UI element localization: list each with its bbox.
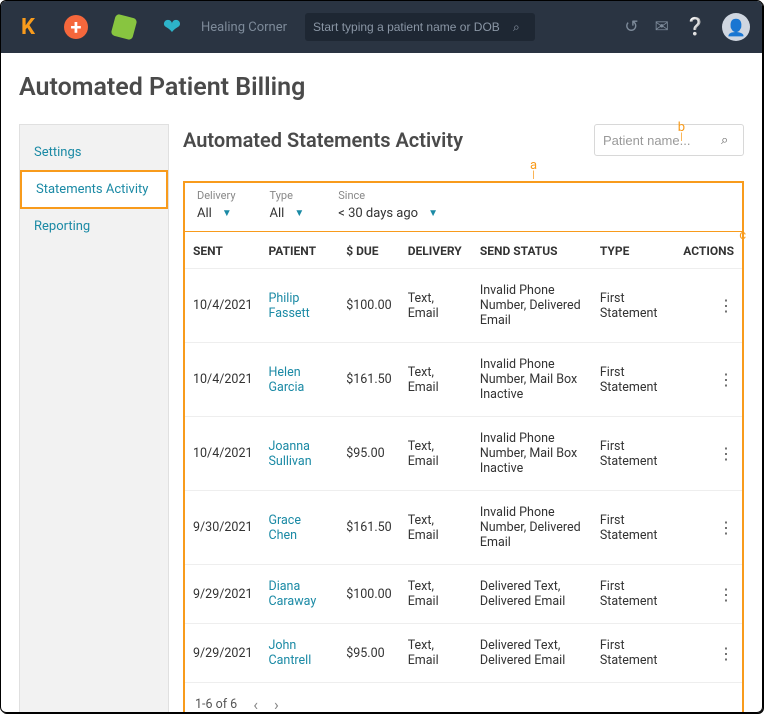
cell-delivery: Text, Email [400,624,472,683]
cell-status: Delivered Text, Delivered Email [472,624,592,683]
cell-delivery: Text, Email [400,565,472,624]
cell-due: $100.00 [338,269,399,343]
cell-patient[interactable]: Joanna Sullivan [261,417,339,491]
row-actions-icon[interactable]: ⋮ [675,417,742,491]
col-type: TYPE [592,232,675,269]
cell-type: First Statement [592,269,675,343]
search-icon[interactable]: ⌕ [721,133,728,148]
sidebar: Settings Statements Activity Reporting [19,124,169,713]
table-row: 9/29/2021Diana Caraway$100.00Text, Email… [185,565,742,624]
cell-sent: 10/4/2021 [185,269,261,343]
cell-delivery: Text, Email [400,491,472,565]
callout-a: a| [323,158,744,179]
app-logo-icon[interactable]: K [13,12,43,42]
section-title: Automated Statements Activity [183,128,463,152]
statements-table: SENT PATIENT $ DUE DELIVERY SEND STATUS … [185,232,742,682]
col-actions: ACTIONS [675,232,742,269]
table-row: 10/4/2021Philip Fassett$100.00Text, Emai… [185,269,742,343]
mail-icon[interactable]: ✉ [655,17,669,37]
sidebar-item-settings[interactable]: Settings [20,135,168,170]
cell-sent: 9/29/2021 [185,565,261,624]
row-actions-icon[interactable]: ⋮ [675,269,742,343]
chevron-down-icon[interactable]: ▼ [294,208,304,219]
row-actions-icon[interactable]: ⋮ [675,491,742,565]
callout-b: b| [678,120,685,141]
col-send-status: SEND STATUS [472,232,592,269]
global-search[interactable]: ⌕ [305,13,535,41]
sidebar-item-statements-activity[interactable]: Statements Activity [20,170,168,209]
table-row: 10/4/2021Joanna Sullivan$95.00Text, Emai… [185,417,742,491]
cell-type: First Statement [592,417,675,491]
col-sent: SENT [185,232,261,269]
filters-bar: Delivery All▼ Type All▼ Since < 30 days … [183,181,744,231]
avatar[interactable]: 👤 [722,13,750,41]
cell-sent: 10/4/2021 [185,343,261,417]
pager-label: 1-6 of 6 [195,697,237,712]
cell-status: Invalid Phone Number, Mail Box Inactive [472,343,592,417]
cell-patient[interactable]: Helen Garcia [261,343,339,417]
cell-patient[interactable]: Philip Fassett [261,269,339,343]
cell-status: Invalid Phone Number, Mail Box Inactive [472,417,592,491]
cell-patient[interactable]: Diana Caraway [261,565,339,624]
filter-delivery[interactable]: Delivery All▼ [197,189,236,221]
cell-sent: 9/30/2021 [185,491,261,565]
col-delivery: DELIVERY [400,232,472,269]
search-icon[interactable]: ⌕ [513,20,520,35]
top-bar: K + ❤ Healing Corner ⌕ ↺ ✉ ❔ 👤 [1,1,762,53]
cell-type: First Statement [592,491,675,565]
brand-label: Healing Corner [201,20,287,35]
cell-status: Delivered Text, Delivered Email [472,565,592,624]
statements-table-wrap: SENT PATIENT $ DUE DELIVERY SEND STATUS … [183,231,744,713]
cell-due: $100.00 [338,565,399,624]
pager-prev[interactable]: ‹ [253,695,258,713]
page-title: Automated Patient Billing [19,73,744,102]
global-search-input[interactable] [313,20,513,34]
pager-next[interactable]: › [274,695,279,713]
cell-patient[interactable]: John Cantrell [261,624,339,683]
table-row: 9/30/2021Grace Chen$161.50Text, EmailInv… [185,491,742,565]
row-actions-icon[interactable]: ⋮ [675,343,742,417]
cell-delivery: Text, Email [400,417,472,491]
cell-due: $161.50 [338,491,399,565]
cell-type: First Statement [592,343,675,417]
callout-c: |c [739,222,746,243]
cell-delivery: Text, Email [400,269,472,343]
cell-due: $95.00 [338,417,399,491]
cell-due: $95.00 [338,624,399,683]
heart-icon[interactable]: ❤ [157,12,187,42]
row-actions-icon[interactable]: ⋮ [675,565,742,624]
filter-type[interactable]: Type All▼ [270,189,305,221]
row-actions-icon[interactable]: ⋮ [675,624,742,683]
cell-patient[interactable]: Grace Chen [261,491,339,565]
sidebar-item-reporting[interactable]: Reporting [20,209,168,244]
cell-sent: 10/4/2021 [185,417,261,491]
cell-type: First Statement [592,565,675,624]
table-row: 10/4/2021Helen Garcia$161.50Text, EmailI… [185,343,742,417]
col-patient: PATIENT [261,232,339,269]
add-icon[interactable]: + [61,12,91,42]
col-due: $ DUE [338,232,399,269]
chevron-down-icon[interactable]: ▼ [222,208,232,219]
cell-status: Invalid Phone Number, Delivered Email [472,491,592,565]
cell-type: First Statement [592,624,675,683]
chevron-down-icon[interactable]: ▼ [428,208,438,219]
cell-status: Invalid Phone Number, Delivered Email [472,269,592,343]
help-icon[interactable]: ❔ [685,17,706,37]
filter-since[interactable]: Since < 30 days ago▼ [338,189,438,221]
leaf-icon[interactable] [109,12,139,42]
cell-due: $161.50 [338,343,399,417]
patient-search[interactable]: ⌕ [594,124,744,156]
patient-search-input[interactable] [603,133,721,148]
pager: 1-6 of 6 ‹ › [185,682,742,713]
cell-delivery: Text, Email [400,343,472,417]
history-icon[interactable]: ↺ [624,17,638,37]
table-row: 9/29/2021John Cantrell$95.00Text, EmailD… [185,624,742,683]
cell-sent: 9/29/2021 [185,624,261,683]
